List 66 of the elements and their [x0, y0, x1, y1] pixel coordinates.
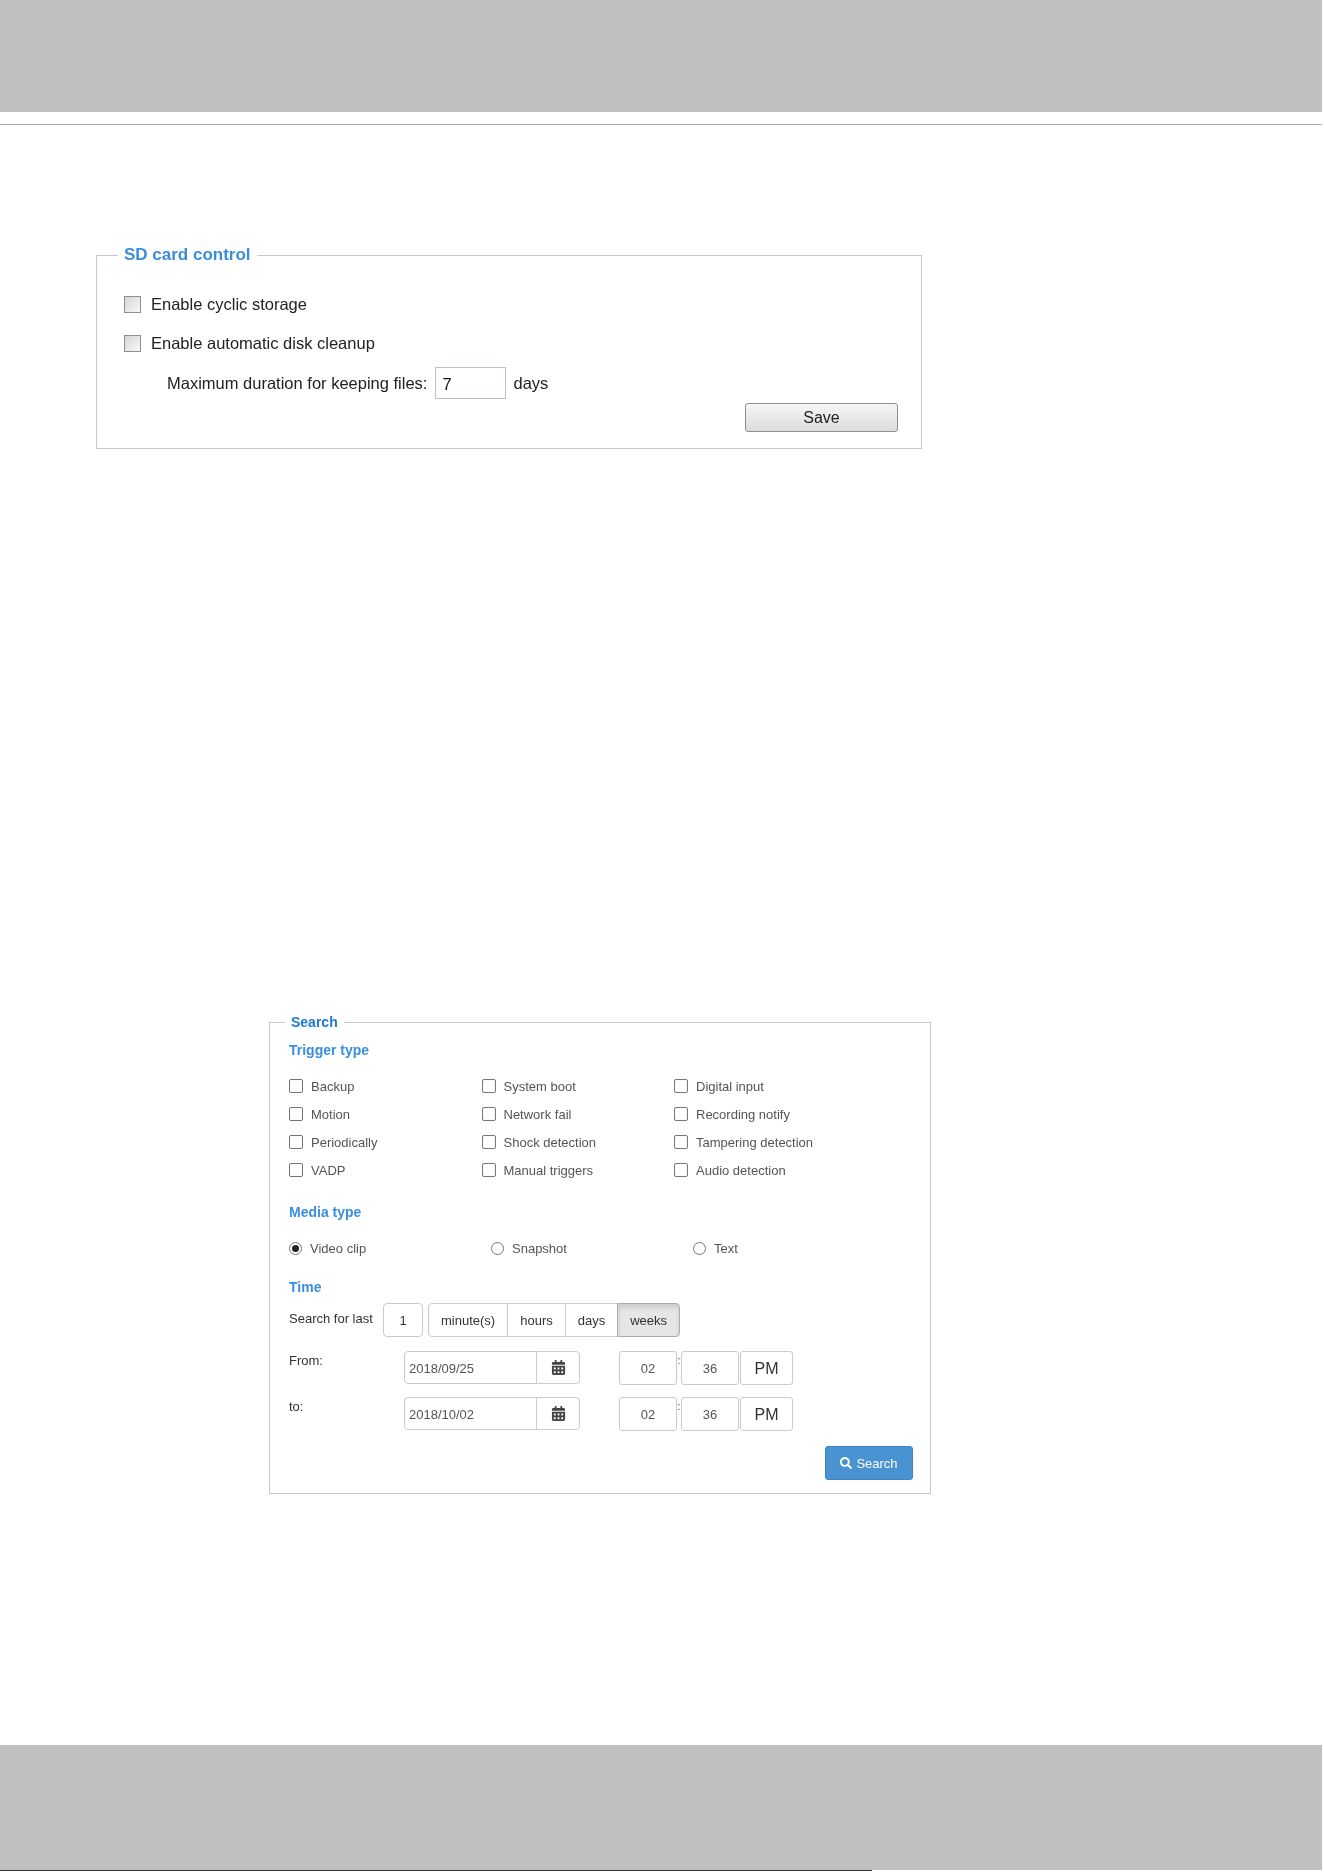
checkbox-label: Tampering detection: [696, 1134, 814, 1150]
checkbox-label: Enable cyclic storage: [151, 294, 307, 314]
checkbox[interactable]: [289, 1135, 303, 1149]
checkbox-label: Periodically: [311, 1134, 378, 1150]
unit-button[interactable]: weeks: [617, 1303, 681, 1337]
checkbox[interactable]: [674, 1135, 688, 1149]
checkbox[interactable]: [289, 1163, 303, 1177]
checkbox[interactable]: [124, 334, 141, 352]
panel-title: Search: [290, 1014, 339, 1031]
hour-input[interactable]: 02: [619, 1351, 677, 1385]
field-label: to:: [289, 1398, 305, 1414]
checkbox[interactable]: [481, 1163, 496, 1177]
checkbox-label: Enable automatic disk cleanup: [151, 333, 375, 353]
calendar-button[interactable]: [536, 1397, 580, 1430]
time-separator: :: [677, 1400, 681, 1413]
checkbox[interactable]: [481, 1107, 496, 1121]
unit-button[interactable]: days: [564, 1303, 619, 1337]
calendar-icon: [550, 1406, 566, 1421]
checkbox[interactable]: [481, 1079, 496, 1093]
checkbox[interactable]: [674, 1163, 688, 1177]
checkbox-label: Backup: [311, 1078, 355, 1094]
field-label: Search for last: [289, 1310, 374, 1326]
minute-input[interactable]: 36: [681, 1351, 739, 1385]
checkbox-label: System boot: [503, 1078, 576, 1094]
unit-button[interactable]: minute(s): [428, 1303, 509, 1337]
checkbox[interactable]: [481, 1135, 496, 1149]
section-heading: Media type: [289, 1204, 362, 1221]
checkbox[interactable]: [674, 1079, 688, 1093]
checkbox[interactable]: [124, 295, 141, 313]
radio-label: Snapshot: [512, 1240, 567, 1256]
checkbox-label: Network fail: [503, 1106, 572, 1122]
checkbox-label: Digital input: [696, 1078, 764, 1094]
am-pm-button[interactable]: PM: [740, 1397, 793, 1431]
count-input[interactable]: 1: [383, 1303, 423, 1337]
checkbox[interactable]: [289, 1079, 303, 1093]
radio-button[interactable]: [289, 1241, 302, 1255]
checkbox-label: Manual triggers: [503, 1162, 594, 1178]
date-input[interactable]: 2018/10/02: [404, 1397, 537, 1430]
checkbox-label: Recording notify: [696, 1106, 790, 1122]
days-input[interactable]: 7: [435, 367, 507, 399]
am-pm-button[interactable]: PM: [740, 1351, 793, 1385]
panel-title: SD card control: [123, 245, 252, 265]
unit-label: days: [513, 373, 549, 393]
checkbox-label: VADP: [311, 1162, 346, 1178]
checkbox-label: Motion: [311, 1106, 351, 1122]
checkbox[interactable]: [289, 1107, 303, 1121]
date-input[interactable]: 2018/09/25: [404, 1351, 537, 1384]
calendar-icon: [550, 1360, 566, 1375]
section-heading: Time: [289, 1279, 322, 1296]
search-icon: [840, 1457, 853, 1469]
field-label: From:: [289, 1352, 324, 1368]
checkbox-label: Shock detection: [503, 1134, 596, 1150]
checkbox-label: Audio detection: [696, 1162, 786, 1178]
minute-input[interactable]: 36: [681, 1397, 739, 1431]
checkbox[interactable]: [674, 1107, 688, 1121]
time-separator: :: [677, 1354, 681, 1367]
save-button[interactable]: Save: [745, 403, 898, 432]
radio-label: Video clip: [310, 1240, 367, 1256]
hour-input[interactable]: 02: [619, 1397, 677, 1431]
section-heading: Trigger type: [289, 1042, 370, 1059]
radio-button[interactable]: [491, 1241, 504, 1255]
calendar-button[interactable]: [536, 1351, 580, 1384]
field-label: Maximum duration for keeping files:: [167, 373, 428, 393]
radio-label: Text: [714, 1240, 738, 1256]
unit-button[interactable]: hours: [507, 1303, 566, 1337]
radio-button[interactable]: [693, 1241, 706, 1255]
